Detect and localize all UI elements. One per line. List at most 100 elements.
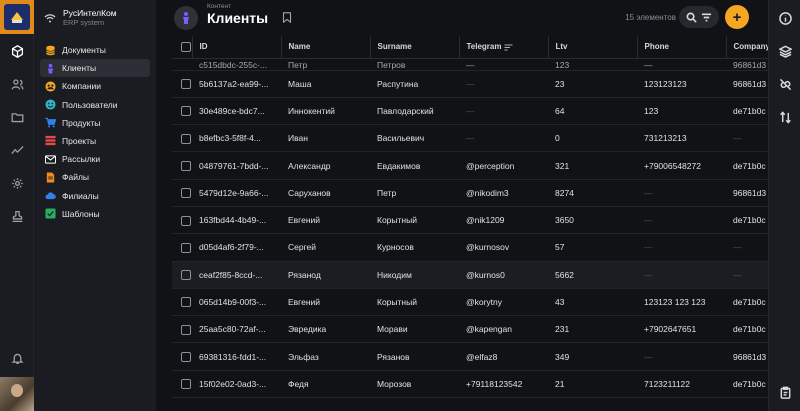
row-checkbox[interactable]	[172, 179, 192, 207]
cell-ltv: 349	[548, 342, 637, 371]
row-checkbox[interactable]	[172, 206, 192, 235]
column-header-telegram[interactable]: Telegram	[459, 36, 549, 59]
row-checkbox[interactable]	[172, 151, 192, 180]
table-row[interactable]: d05d4af6-2f79-... Сергей Курносов @kurnosov…	[172, 233, 768, 262]
layers-icon[interactable]	[776, 42, 794, 60]
cell-telegram: @korytny	[459, 288, 548, 317]
sidebar-item-label: Продукты	[62, 117, 101, 128]
column-header-ltv[interactable]: Ltv	[548, 36, 638, 59]
sidebar-item-branches[interactable]: Филиалы	[40, 187, 150, 205]
folder-icon[interactable]	[5, 105, 29, 129]
settings-icon[interactable]	[5, 171, 29, 195]
table-row[interactable]: b8efbc3-5f8f-4... Иван Васильевич —0 7312132…	[172, 124, 768, 153]
row-checkbox[interactable]	[172, 370, 192, 399]
cell-name: Эльфаз	[281, 342, 370, 371]
table-row[interactable]: 30e489ce-bdc7... Иннокентий Павлодарский —6…	[172, 97, 768, 126]
users-icon[interactable]	[5, 72, 29, 96]
page-header: Контент Клиенты 15 элементов +	[156, 0, 768, 36]
file-icon	[45, 172, 56, 183]
app-logo[interactable]	[0, 0, 34, 34]
search-icon[interactable]	[686, 12, 697, 23]
cell-surname: Курносов	[370, 233, 459, 262]
cell-ltv: 0	[548, 124, 637, 153]
column-header-company[interactable]: Company	[726, 36, 768, 59]
column-header-id[interactable]: ID	[192, 36, 282, 59]
table-row[interactable]: c515dbdc-255c-... Петр Петров — 123 — 96…	[172, 58, 768, 71]
stamp-icon[interactable]	[5, 204, 29, 228]
column-header-surname[interactable]: Surname	[370, 36, 460, 59]
sort-icon[interactable]	[504, 44, 513, 51]
row-checkbox[interactable]	[172, 315, 192, 344]
row-checkbox[interactable]	[172, 124, 192, 153]
row-checkbox[interactable]	[172, 70, 192, 98]
cell-ltv: 43	[548, 288, 637, 317]
add-button[interactable]: +	[725, 5, 749, 29]
table-row[interactable]: 25aa5c80-72af-... Эвредика Морави @kapengan…	[172, 315, 768, 344]
column-header-name[interactable]: Name	[281, 36, 371, 59]
info-icon[interactable]	[776, 9, 794, 27]
brand: РусИнтелКом ERP system	[44, 8, 117, 27]
bell-icon[interactable]	[5, 346, 29, 370]
items-count: 15 элементов	[625, 13, 676, 22]
clipboard-icon[interactable]	[776, 383, 794, 401]
cell-surname: Никодим	[370, 261, 459, 289]
table-row[interactable]: 04879761-7bdd-... Александр Евдакимов @perc…	[172, 151, 768, 180]
table-header: ID Name Surname Telegram Ltv Phone Compa…	[172, 36, 768, 59]
cell-telegram: —	[459, 97, 548, 126]
activity-icon[interactable]	[5, 138, 29, 162]
swap-icon[interactable]	[776, 108, 794, 126]
row-checkbox[interactable]	[172, 342, 192, 371]
cell-phone: 123123 123 123	[637, 288, 726, 317]
row-checkbox[interactable]	[172, 288, 192, 317]
sidebar-item-projects[interactable]: Проекты	[40, 132, 150, 150]
table-row[interactable]: 5b6137a2-ea99-... Маша Распутина —23 1231231…	[172, 70, 768, 98]
column-header-phone[interactable]: Phone	[637, 36, 727, 59]
cell-id: 5479d12e-9a66-...	[192, 179, 281, 207]
cell-company: 96861d3	[726, 179, 768, 207]
table-row[interactable]: ceaf2f85-8ccd-... Рязанод Никодим @kurnos0 5…	[172, 261, 768, 289]
sidebar-item-users[interactable]: Пользователи	[40, 96, 150, 114]
sidebar-item-label: Пользователи	[62, 99, 118, 110]
user-avatar[interactable]	[0, 377, 34, 411]
cell-company: 96861d3	[726, 58, 768, 71]
sidebar-item-label: Филиалы	[62, 190, 99, 201]
table-row[interactable]: 065d14b9-00f3-... Евгений Корытный @korytny…	[172, 288, 768, 317]
table-row[interactable]: 15f02e02-0ad3-... Федя Морозов +79118123542…	[172, 370, 768, 399]
row-checkbox[interactable]	[172, 58, 192, 71]
sidebar-item-mailings[interactable]: Рассылки	[40, 150, 150, 168]
cell-name: Александр	[281, 151, 370, 180]
sidebar-item-products[interactable]: Продукты	[40, 114, 150, 132]
bookmark-icon[interactable]	[282, 12, 292, 23]
sidebar-item-documents[interactable]: Документы	[40, 41, 150, 59]
cube-icon[interactable]	[5, 39, 29, 63]
list-icon	[45, 135, 56, 146]
sidebar-item-label: Проекты	[62, 135, 97, 146]
table-row[interactable]: 163fbd44-4b49-... Евгений Корытный @nik1209…	[172, 206, 768, 235]
row-checkbox[interactable]	[172, 261, 192, 289]
row-checkbox[interactable]	[172, 233, 192, 262]
table-row[interactable]: 69381316-fdd1-... Эльфаз Рязанов @elfaz8 349…	[172, 342, 768, 371]
cell-surname: Морави	[370, 315, 459, 344]
cell-company: de71b0c	[726, 206, 768, 235]
sidebar-item-companies[interactable]: Компании	[40, 77, 150, 95]
row-checkbox[interactable]	[172, 97, 192, 126]
breadcrumb[interactable]: Контент	[207, 3, 231, 10]
sidebar-item-templates[interactable]: Шаблоны	[40, 205, 150, 223]
brand-name: РусИнтелКом	[63, 8, 117, 18]
cell-company: de71b0c	[726, 97, 768, 126]
filter-icon[interactable]	[701, 12, 712, 23]
cell-id: 5b6137a2-ea99-...	[192, 70, 281, 98]
table-row[interactable]: 5479d12e-9a66-... Саруханов Петр @nikodim3 8…	[172, 179, 768, 207]
cell-surname: Распутина	[370, 70, 459, 98]
cell-ltv: 8274	[548, 179, 637, 207]
select-all-checkbox[interactable]	[172, 36, 193, 59]
cell-phone: —	[637, 261, 726, 289]
sidebar-item-clients[interactable]: Клиенты	[40, 59, 150, 78]
cell-telegram: —	[459, 70, 548, 98]
link-off-icon[interactable]	[776, 75, 794, 93]
mail-icon	[45, 154, 56, 165]
cell-phone: 731213213	[637, 124, 726, 153]
cell-phone: —	[637, 58, 726, 71]
sidebar-item-files[interactable]: Файлы	[40, 168, 150, 186]
cell-name: Эвредика	[281, 315, 370, 344]
